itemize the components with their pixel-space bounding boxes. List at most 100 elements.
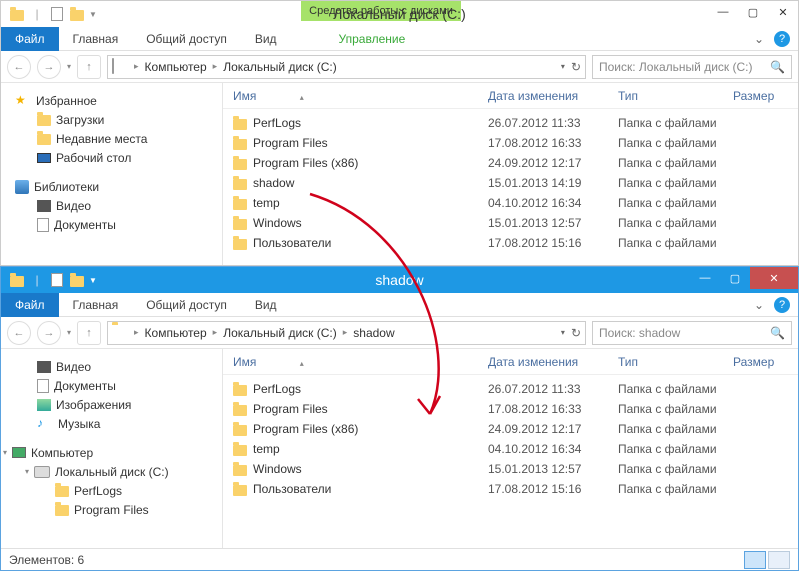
breadcrumb[interactable]: shadow (353, 326, 394, 340)
ribbon-expand-icon[interactable]: ⌄ (754, 298, 764, 312)
file-row[interactable]: PerfLogs26.07.2012 11:33Папка с файлами (223, 379, 798, 399)
column-name[interactable]: Имя ▴ (233, 355, 488, 369)
breadcrumb[interactable]: Компьютер (145, 326, 207, 340)
chevron-icon[interactable]: ▸ (134, 327, 139, 338)
search-placeholder: Поиск: shadow (599, 326, 680, 340)
tree-perflogs[interactable]: PerfLogs (1, 481, 222, 500)
column-name[interactable]: Имя ▴ (233, 89, 488, 103)
tree-video[interactable]: Видео (1, 196, 222, 215)
column-date[interactable]: Дата изменения (488, 355, 618, 369)
file-row[interactable]: temp04.10.2012 16:34Папка с файлами (223, 439, 798, 459)
qat-newfolder-icon[interactable] (69, 272, 85, 288)
qat-dropdown-icon[interactable]: ▼ (89, 10, 97, 19)
file-date: 17.08.2012 16:33 (488, 136, 618, 150)
tree-localdisk[interactable]: ▾Локальный диск (C:) (1, 462, 222, 481)
tree-music[interactable]: ♪Музыка (1, 414, 222, 433)
minimize-button[interactable]: — (708, 1, 738, 23)
tree-video[interactable]: Видео (1, 357, 222, 376)
address-dropdown-icon[interactable]: ▾ (561, 62, 565, 71)
qat-properties-icon[interactable] (49, 272, 65, 288)
qat-newfolder-icon[interactable] (69, 6, 85, 22)
column-type[interactable]: Тип (618, 89, 733, 103)
breadcrumb[interactable]: Локальный диск (C:) (223, 60, 337, 74)
refresh-icon[interactable]: ↻ (571, 326, 581, 340)
back-button[interactable]: ← (7, 55, 31, 79)
maximize-button[interactable]: ▢ (720, 267, 750, 289)
file-row[interactable]: Windows15.01.2013 12:57Папка с файлами (223, 213, 798, 233)
forward-button[interactable]: → (37, 321, 61, 345)
history-dropdown-icon[interactable]: ▾ (67, 62, 71, 71)
tree-recent[interactable]: Недавние места (1, 129, 222, 148)
close-button[interactable]: ✕ (768, 1, 798, 23)
titlebar[interactable]: | ▼ shadow — ▢ ✕ (1, 267, 798, 293)
chevron-icon[interactable]: ▸ (134, 61, 139, 72)
chevron-icon[interactable]: ▸ (213, 327, 218, 338)
tree-favorites[interactable]: ★Избранное (1, 91, 222, 110)
file-name: Program Files (x86) (253, 156, 358, 170)
tree-pictures[interactable]: Изображения (1, 395, 222, 414)
file-row[interactable]: temp04.10.2012 16:34Папка с файлами (223, 193, 798, 213)
tab-share[interactable]: Общий доступ (132, 293, 241, 317)
chevron-icon[interactable]: ▸ (343, 327, 348, 338)
tree-libraries[interactable]: Библиотеки (1, 177, 222, 196)
help-icon[interactable]: ? (774, 31, 790, 47)
tree-computer[interactable]: ▾Компьютер (1, 443, 222, 462)
column-date[interactable]: Дата изменения (488, 89, 618, 103)
minimize-button[interactable]: — (690, 267, 720, 289)
refresh-icon[interactable]: ↻ (571, 60, 581, 74)
tab-file[interactable]: Файл (1, 293, 59, 317)
tab-home[interactable]: Главная (59, 27, 133, 51)
tab-home[interactable]: Главная (59, 293, 133, 317)
history-dropdown-icon[interactable]: ▾ (67, 328, 71, 337)
tree-desktop[interactable]: Рабочий стол (1, 148, 222, 167)
search-icon[interactable]: 🔍 (770, 326, 785, 340)
address-bar[interactable]: ▸ Компьютер ▸ Локальный диск (C:) ▸ shad… (107, 321, 586, 345)
tree-documents[interactable]: Документы (1, 215, 222, 234)
breadcrumb[interactable]: Компьютер (145, 60, 207, 74)
ribbon-expand-icon[interactable]: ⌄ (754, 32, 764, 46)
view-details-button[interactable] (744, 551, 766, 569)
tree-documents[interactable]: Документы (1, 376, 222, 395)
file-name: temp (253, 196, 280, 210)
expand-icon[interactable]: ▾ (25, 467, 29, 476)
address-bar[interactable]: ▸ Компьютер ▸ Локальный диск (C:) ▾ ↻ (107, 55, 586, 79)
column-type[interactable]: Тип (618, 355, 733, 369)
view-icons-button[interactable] (768, 551, 790, 569)
chevron-icon[interactable]: ▸ (213, 61, 218, 72)
folder-icon (37, 115, 51, 126)
column-size[interactable]: Размер (733, 89, 798, 103)
tab-view[interactable]: Вид (241, 293, 291, 317)
tab-view[interactable]: Вид (241, 27, 291, 51)
file-row[interactable]: Program Files (x86)24.09.2012 12:17Папка… (223, 153, 798, 173)
help-icon[interactable]: ? (774, 297, 790, 313)
tab-file[interactable]: Файл (1, 27, 59, 51)
titlebar[interactable]: | ▼ Средства работы с дисками Локальный … (1, 1, 798, 27)
file-row[interactable]: shadow15.01.2013 14:19Папка с файлами (223, 173, 798, 193)
qat-properties-icon[interactable] (49, 6, 65, 22)
column-size[interactable]: Размер (733, 355, 798, 369)
qat-dropdown-icon[interactable]: ▼ (89, 276, 97, 285)
up-button[interactable]: ↑ (77, 55, 101, 79)
breadcrumb[interactable]: Локальный диск (C:) (223, 326, 337, 340)
file-row[interactable]: Program Files17.08.2012 16:33Папка с фай… (223, 133, 798, 153)
file-row[interactable]: Program Files (x86)24.09.2012 12:17Папка… (223, 419, 798, 439)
tab-manage[interactable]: Управление (325, 27, 420, 51)
forward-button[interactable]: → (37, 55, 61, 79)
tab-share[interactable]: Общий доступ (132, 27, 241, 51)
search-box[interactable]: Поиск: Локальный диск (C:) 🔍 (592, 55, 792, 79)
expand-icon[interactable]: ▾ (3, 448, 7, 457)
address-dropdown-icon[interactable]: ▾ (561, 328, 565, 337)
file-row[interactable]: PerfLogs26.07.2012 11:33Папка с файлами (223, 113, 798, 133)
search-icon[interactable]: 🔍 (770, 60, 785, 74)
file-row[interactable]: Program Files17.08.2012 16:33Папка с фай… (223, 399, 798, 419)
file-row[interactable]: Windows15.01.2013 12:57Папка с файлами (223, 459, 798, 479)
search-box[interactable]: Поиск: shadow 🔍 (592, 321, 792, 345)
tree-programfiles[interactable]: Program Files (1, 500, 222, 519)
up-button[interactable]: ↑ (77, 321, 101, 345)
file-row[interactable]: Пользователи17.08.2012 15:16Папка с файл… (223, 479, 798, 499)
back-button[interactable]: ← (7, 321, 31, 345)
close-button[interactable]: ✕ (750, 267, 798, 289)
file-row[interactable]: Пользователи17.08.2012 15:16Папка с файл… (223, 233, 798, 253)
tree-downloads[interactable]: Загрузки (1, 110, 222, 129)
maximize-button[interactable]: ▢ (738, 1, 768, 23)
